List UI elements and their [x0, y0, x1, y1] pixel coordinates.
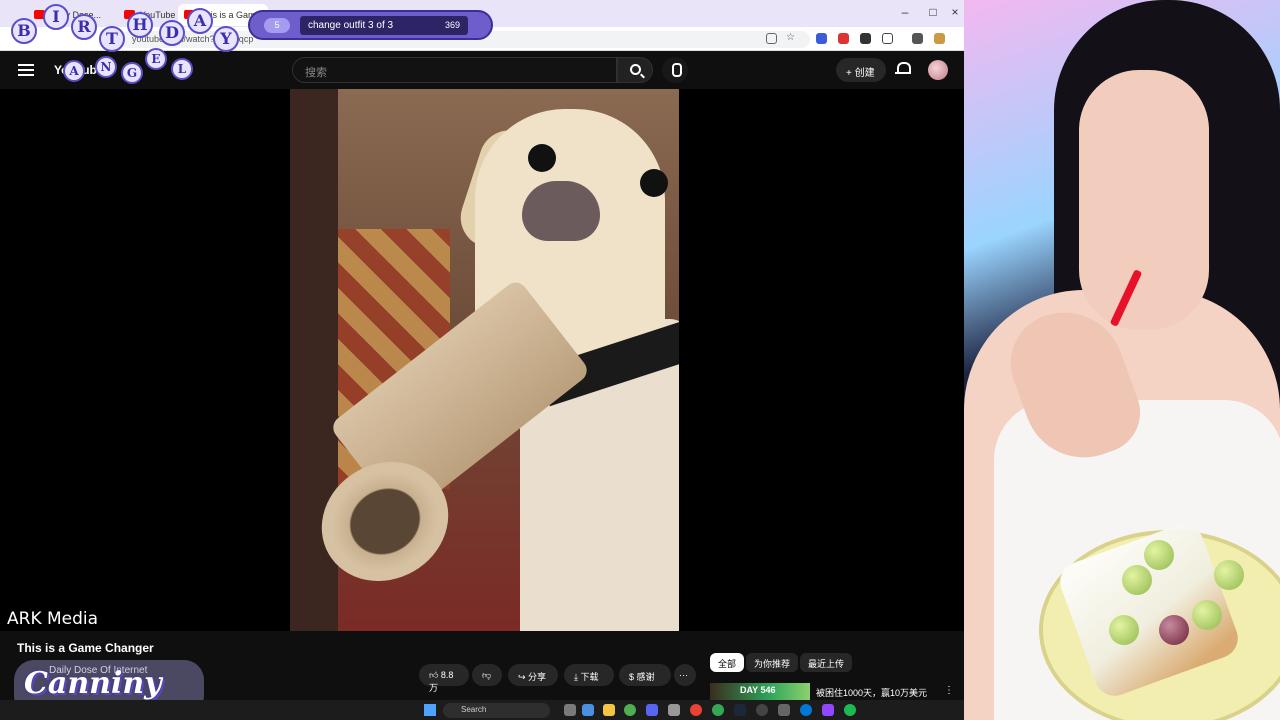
video-title: This is a Game Changer: [17, 641, 154, 655]
app-icon[interactable]: [778, 704, 790, 716]
birthday-letter: D: [159, 20, 185, 46]
windows-taskbar: Search: [0, 700, 964, 720]
thanks-icon: $: [629, 672, 637, 682]
avatar[interactable]: [928, 60, 948, 80]
download-label: 下载: [580, 672, 599, 682]
outfit-label: change outfit 3 of 3: [308, 20, 394, 31]
spotify-icon[interactable]: [844, 704, 856, 716]
install-icon[interactable]: [766, 33, 777, 44]
birthday-letter: Y: [213, 26, 239, 52]
thumbnail-text: DAY 546: [740, 685, 776, 695]
grape: [1109, 615, 1139, 645]
windows-start-icon[interactable]: [424, 704, 436, 716]
voice-search-button[interactable]: [662, 57, 688, 83]
outfit-index: 5: [264, 18, 290, 33]
video-player[interactable]: ARK Media: [0, 89, 964, 631]
search-input[interactable]: 搜索: [292, 57, 617, 83]
recommended-title: 被困住1000天，赢10万美元: [816, 688, 928, 698]
video-frame: [290, 89, 679, 631]
share-label: 分享: [528, 672, 547, 682]
streamer-face: [1079, 70, 1209, 330]
chip-recommended[interactable]: 为你推荐: [746, 653, 799, 672]
obs-icon[interactable]: [756, 704, 768, 716]
angel-letter: G: [121, 62, 143, 84]
tab-search-icon[interactable]: [912, 33, 923, 44]
birthday-letter: R: [71, 14, 97, 40]
app-icon[interactable]: [668, 704, 680, 716]
task-view-icon[interactable]: [564, 704, 576, 716]
discord-icon[interactable]: [646, 704, 658, 716]
outfit-count: 369: [444, 20, 460, 30]
close-button[interactable]: ×: [944, 5, 966, 19]
outfit-goal-bar: 5 change outfit 3 of 3 369: [248, 10, 493, 40]
birthday-letter: A: [187, 8, 213, 34]
angel-letter: E: [145, 48, 167, 70]
profile-icon[interactable]: [934, 33, 945, 44]
maximize-button[interactable]: □: [922, 5, 944, 19]
birthday-angel-overlay: B I R T H D A Y A N G E L: [5, 0, 240, 90]
thanks-label: 感谢: [636, 672, 655, 682]
dog-eye: [528, 144, 556, 172]
chip-all[interactable]: 全部: [710, 653, 745, 672]
share-button[interactable]: ↪ 分享: [508, 664, 558, 686]
angel-letter: A: [63, 60, 85, 82]
angel-letter: L: [171, 58, 193, 80]
grape: [1144, 540, 1174, 570]
chip-recent[interactable]: 最近上传: [800, 653, 853, 672]
minimize-button[interactable]: –: [894, 5, 916, 19]
notifications-bell-icon[interactable]: [895, 61, 911, 77]
webcam-feed: [964, 0, 1280, 720]
star-icon[interactable]: ☆: [786, 33, 797, 44]
grape: [1214, 560, 1244, 590]
extension-icon[interactable]: [860, 33, 871, 44]
grape: [1159, 615, 1189, 645]
browser-window: Daily Dose... YouTube This is a Game Cha…: [0, 0, 964, 700]
steam-icon[interactable]: [734, 704, 746, 716]
chrome-icon[interactable]: [624, 704, 636, 716]
thumbs-down-icon: 👎︎: [482, 670, 492, 680]
angel-letter: N: [95, 56, 117, 78]
search-button[interactable]: [617, 57, 653, 83]
taskbar-search[interactable]: Search: [443, 703, 550, 718]
birthday-letter: B: [11, 18, 37, 44]
download-button[interactable]: ⤓ 下载: [564, 664, 614, 686]
extension-icon[interactable]: [838, 33, 849, 44]
grape: [1122, 565, 1152, 595]
puzzle-icon[interactable]: [882, 33, 893, 44]
more-actions-button[interactable]: ···: [674, 664, 696, 686]
edge-icon[interactable]: [800, 704, 812, 716]
chrome-icon[interactable]: [690, 704, 702, 716]
thumbs-up-icon: 👍︎: [429, 670, 441, 680]
birthday-letter: H: [127, 12, 153, 38]
recommended-thumbnail: DAY 546: [710, 683, 810, 700]
more-options-icon[interactable]: ⋮: [944, 685, 954, 696]
thanks-button[interactable]: $ 感谢: [619, 664, 671, 686]
search-icon: [630, 64, 641, 75]
birthday-letter: T: [99, 26, 125, 52]
dislike-button[interactable]: 👎︎: [472, 664, 502, 686]
create-button[interactable]: + 创建: [836, 58, 886, 82]
extension-icon[interactable]: [816, 33, 827, 44]
like-button[interactable]: 👍︎ 8.8万: [419, 664, 469, 693]
twitch-icon[interactable]: [822, 704, 834, 716]
outfit-progress-bar: change outfit 3 of 3 369: [300, 16, 468, 35]
file-explorer-icon[interactable]: [603, 704, 615, 716]
grape: [1192, 600, 1222, 630]
video-watermark: ARK Media: [7, 609, 99, 629]
recommended-video[interactable]: DAY 546 被困住1000天，赢10万美元 ⋮: [710, 683, 964, 700]
dog-nose: [522, 181, 600, 241]
chrome-icon[interactable]: [712, 704, 724, 716]
app-icon[interactable]: [582, 704, 594, 716]
birthday-letter: I: [43, 4, 69, 30]
dog-eye: [640, 169, 668, 197]
share-icon: ↪: [518, 672, 529, 682]
